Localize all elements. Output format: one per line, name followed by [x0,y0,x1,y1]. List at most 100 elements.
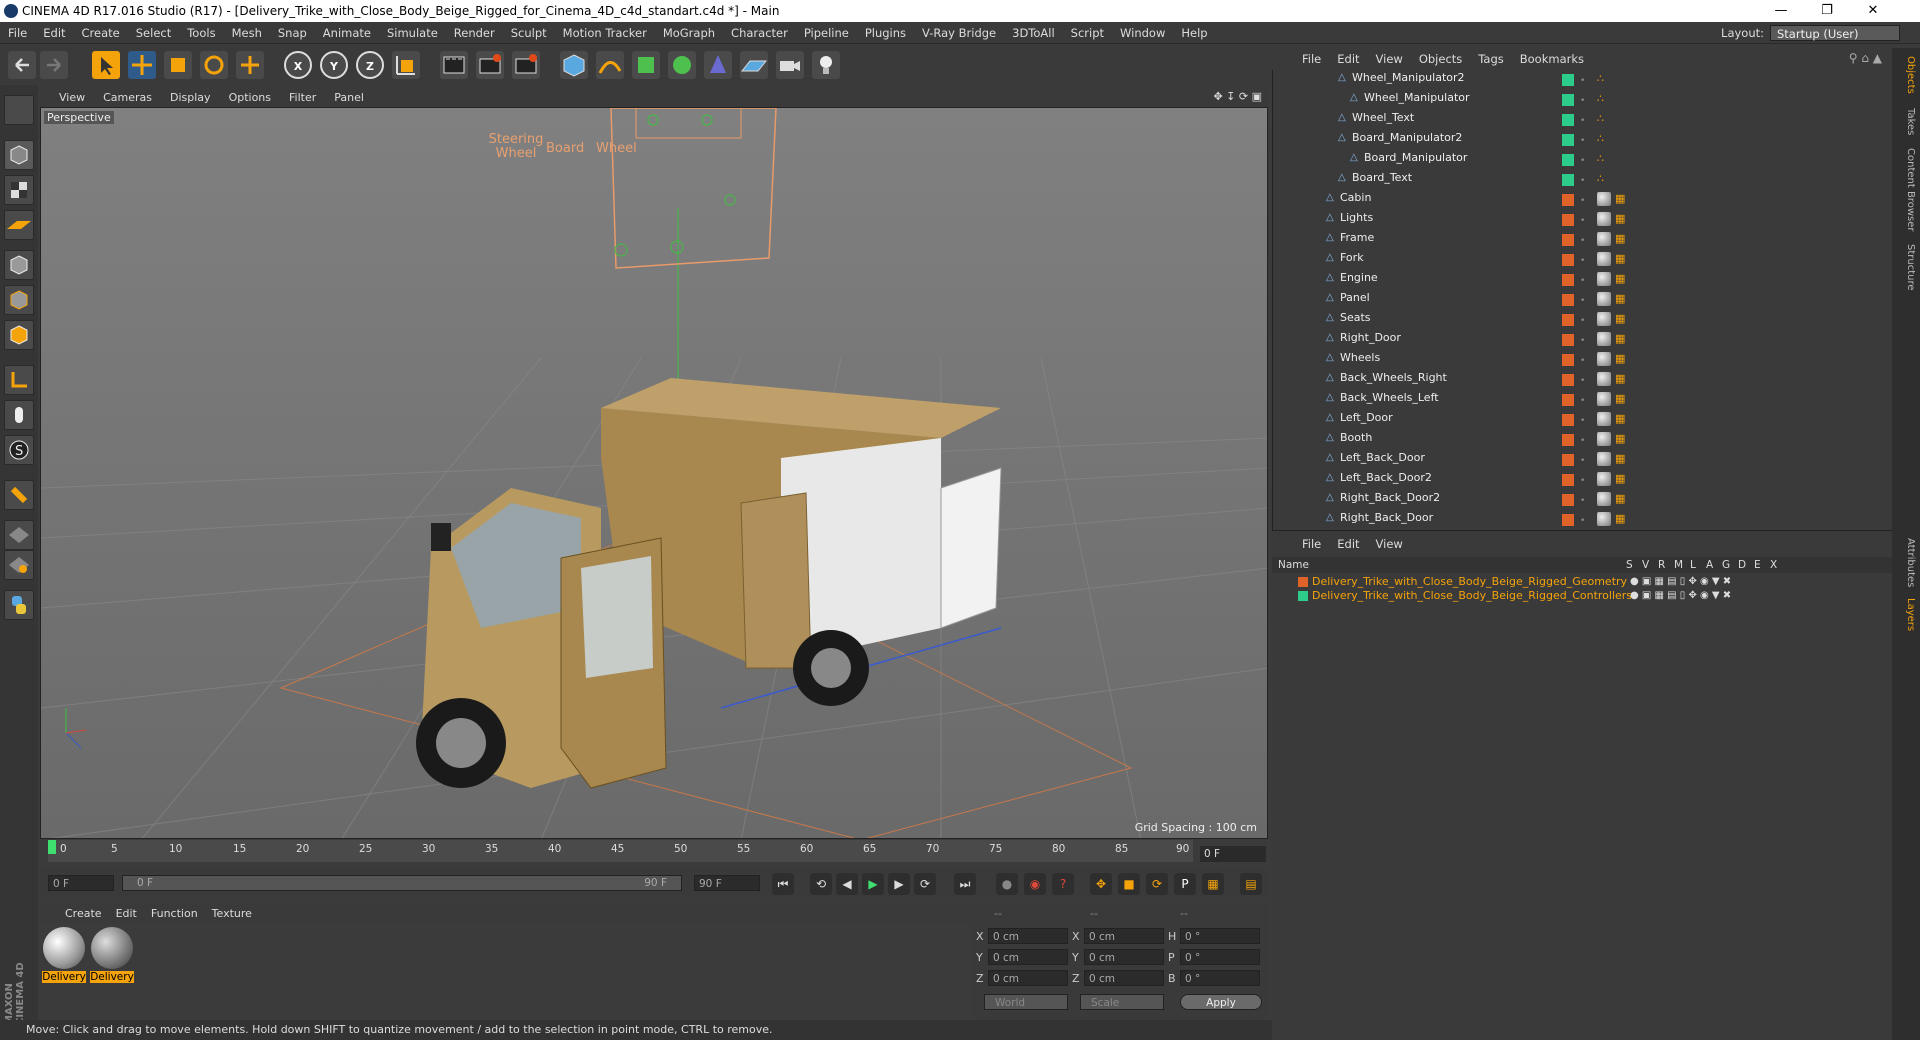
xpresso-tag-icon[interactable]: ▦ [1615,372,1629,386]
menu-animate[interactable]: Animate [315,22,379,44]
select-tool-icon[interactable] [92,51,120,79]
xpresso-tag-icon[interactable]: ▦ [1615,232,1629,246]
xpresso-tag-icon[interactable]: ∴ [1597,72,1611,86]
menu-help[interactable]: Help [1173,22,1215,44]
xpresso-tag-icon[interactable]: ▦ [1615,212,1629,226]
layer-flags[interactable]: ● ▣ ▦ ▤ ▯ ✥ ◉ ▼ ✖ [1630,575,1731,589]
z-axis-icon[interactable]: Z [356,51,384,79]
go-to-end-icon[interactable]: ⏭ [954,873,976,895]
menu-simulate[interactable]: Simulate [379,22,446,44]
menu-pipeline[interactable]: Pipeline [796,22,857,44]
coord-mode-dropdown[interactable]: World [984,994,1068,1010]
layer-color-swatch[interactable] [1562,394,1574,406]
menu-mograph[interactable]: MoGraph [655,22,723,44]
layer-color-swatch[interactable] [1562,454,1574,466]
layer-color-swatch[interactable] [1562,474,1574,486]
visibility-dots[interactable]: • [1580,411,1586,426]
visibility-dots[interactable]: • [1580,431,1586,446]
go-to-start-icon[interactable]: ⏮ [772,873,794,895]
material-menu-create[interactable]: Create [58,907,109,920]
side-tab-takes[interactable]: Takes [1896,108,1916,135]
xpresso-tag-icon[interactable]: ▦ [1615,452,1629,466]
floor-icon[interactable] [740,51,768,79]
key-parameter-icon[interactable]: P [1174,873,1196,895]
menu-create[interactable]: Create [74,22,128,44]
visibility-dots[interactable]: • [1580,311,1586,326]
next-key-icon[interactable]: ⟳ [914,873,936,895]
visibility-dots[interactable]: • [1580,491,1586,506]
xpresso-tag-icon[interactable]: ▦ [1615,492,1629,506]
layer-color-swatch[interactable] [1562,194,1574,206]
deformer-icon[interactable] [704,51,732,79]
object-row[interactable]: △ Board_Manipulator2 • ∴ [1272,128,1872,148]
pen-spline-icon[interactable] [596,51,624,79]
object-menu-bookmarks[interactable]: Bookmarks [1512,52,1592,66]
object-row[interactable]: △ Booth • ▦ [1272,428,1872,448]
layer-color-swatch[interactable] [1562,174,1574,186]
rotation-b-field[interactable]: 0 ° [1180,970,1260,986]
object-row[interactable]: △ Fork • ▦ [1272,248,1872,268]
xpresso-tag-icon[interactable]: ▦ [1615,292,1629,306]
xpresso-tag-icon[interactable]: ▦ [1615,432,1629,446]
visibility-dots[interactable]: • [1580,171,1586,186]
material-tag-icon[interactable] [1597,232,1611,246]
redo-icon[interactable] [40,51,68,79]
material-tag-icon[interactable] [1597,292,1611,306]
object-row[interactable]: △ Wheel_Text • ∴ [1272,108,1872,128]
layer-color-swatch[interactable] [1562,294,1574,306]
rotate-tool-icon[interactable] [200,51,228,79]
side-tab-attributes[interactable]: Attributes [1896,538,1916,587]
material-tag-icon[interactable] [1597,432,1611,446]
render-view-icon[interactable] [440,51,468,79]
material-tag-icon[interactable] [1597,192,1611,206]
material-tag-icon[interactable] [1597,252,1611,266]
enable-axis-icon[interactable] [4,365,34,395]
xpresso-tag-icon[interactable]: ▦ [1615,472,1629,486]
layer-color-swatch[interactable] [1562,354,1574,366]
rotation-h-field[interactable]: 0 ° [1180,928,1260,944]
viewport-menu-view[interactable]: View [50,91,94,104]
layer-color-swatch[interactable] [1562,74,1574,86]
viewport-menu-display[interactable]: Display [161,91,220,104]
object-menu-tags[interactable]: Tags [1470,52,1511,66]
material-menu-texture[interactable]: Texture [205,907,259,920]
layer-color-swatch[interactable] [1562,254,1574,266]
object-row[interactable]: △ Cabin • ▦ [1272,188,1872,208]
y-axis-icon[interactable]: Y [320,51,348,79]
model-mode-icon[interactable] [4,140,34,170]
current-frame-field[interactable]: 0 F [1200,846,1266,862]
snap-icon[interactable]: S [4,435,34,465]
previous-key-icon[interactable]: ⟲ [810,873,832,895]
quantize-icon[interactable] [4,520,34,550]
object-row[interactable]: △ Wheels • ▦ [1272,348,1872,368]
layer-color-swatch[interactable] [1562,314,1574,326]
start-frame-field[interactable]: 0 F [48,875,114,891]
visibility-dots[interactable]: • [1580,71,1586,86]
layer-row[interactable]: Delivery_Trike_with_Close_Body_Beige_Rig… [1276,589,1876,603]
layer-color-swatch[interactable] [1562,414,1574,426]
menu-vray-bridge[interactable]: V-Ray Bridge [914,22,1004,44]
menu-mesh[interactable]: Mesh [224,22,270,44]
object-row[interactable]: △ Board_Text • ∴ [1272,168,1872,188]
layer-color-swatch[interactable] [1562,514,1574,526]
xpresso-tag-icon[interactable]: ∴ [1597,92,1611,106]
layer-color-swatch[interactable] [1562,134,1574,146]
key-scale-icon[interactable]: ■ [1118,873,1140,895]
make-editable-icon[interactable] [4,95,34,125]
size-y-field[interactable]: 0 cm [1084,949,1164,965]
layer-menu-edit[interactable]: Edit [1329,537,1367,551]
visibility-dots[interactable]: • [1580,251,1586,266]
visibility-dots[interactable]: • [1580,111,1586,126]
size-x-field[interactable]: 0 cm [1084,928,1164,944]
menu-motion-tracker[interactable]: Motion Tracker [555,22,655,44]
menu-window[interactable]: Window [1112,22,1173,44]
object-row[interactable]: △ Left_Back_Door2 • ▦ [1272,468,1872,488]
xpresso-tag-icon[interactable]: ▦ [1615,332,1629,346]
subdivision-icon[interactable] [632,51,660,79]
grid-snap-icon[interactable] [4,550,34,580]
layer-color-swatch[interactable] [1562,374,1574,386]
visibility-dots[interactable]: • [1580,391,1586,406]
menu-3dtoall[interactable]: 3DToAll [1004,22,1063,44]
coord-scale-dropdown[interactable]: Scale [1080,994,1164,1010]
viewport-menu-options[interactable]: Options [220,91,280,104]
